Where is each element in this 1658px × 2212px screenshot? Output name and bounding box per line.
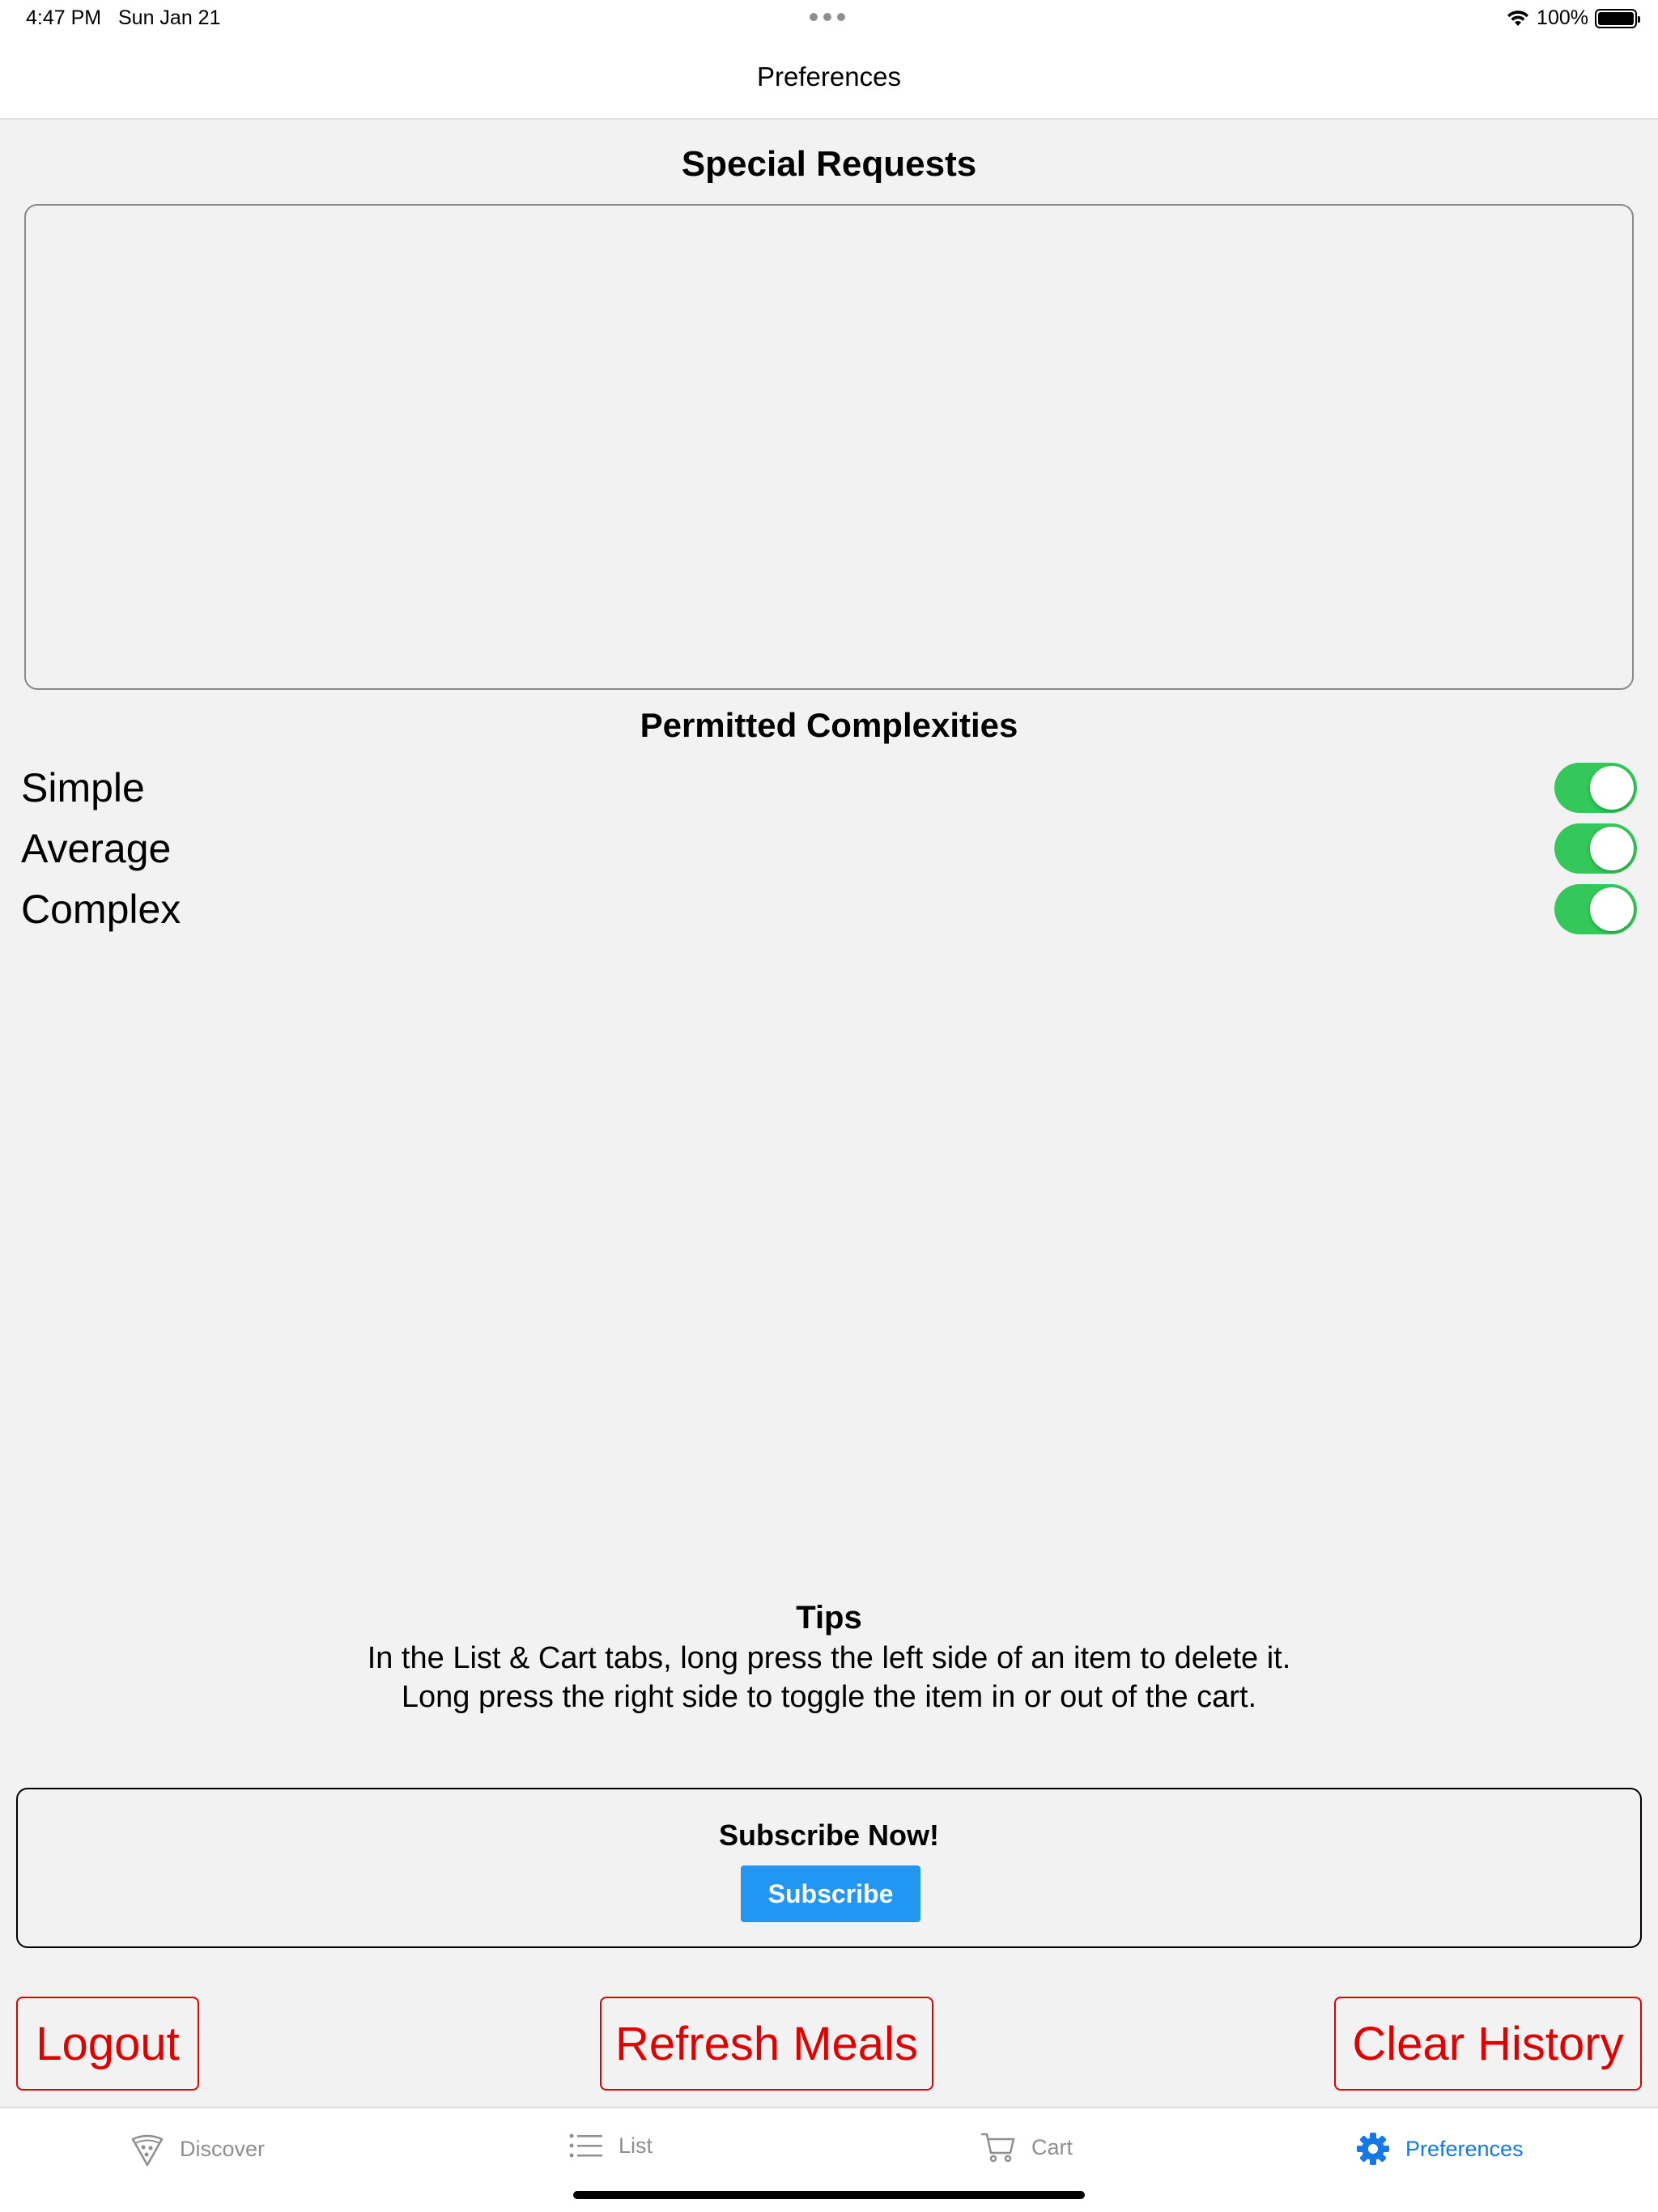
tab-label: Preferences	[1405, 2136, 1524, 2161]
subscribe-button[interactable]: Subscribe	[741, 1865, 920, 1922]
permitted-complexities-title: Permitted Complexities	[640, 706, 1018, 744]
subscribe-card: Subscribe Now! Subscribe	[16, 1788, 1642, 1948]
logout-button[interactable]: Logout	[16, 1997, 199, 2091]
top-bar: 4:47 PM Sun Jan 21 100% Preferences	[0, 0, 1658, 120]
gear-icon	[1357, 2133, 1389, 2165]
tab-list[interactable]: List	[568, 2131, 653, 2160]
battery-percent: 100%	[1537, 6, 1588, 29]
subscribe-title: Subscribe Now!	[718, 1819, 940, 1852]
tab-preferences[interactable]: Preferences	[1355, 2131, 1524, 2167]
complexity-label: Average	[21, 826, 172, 871]
complexity-row-simple: Simple	[21, 758, 1637, 818]
tips-section: Tips In the List & Cart tabs, long press…	[0, 1597, 1658, 1716]
page-title: Preferences	[757, 62, 901, 91]
special-requests-title: Special Requests	[681, 144, 977, 184]
status-date: Sun Jan 21	[118, 6, 221, 29]
home-indicator[interactable]	[573, 2191, 1085, 2199]
complexity-label: Simple	[21, 765, 145, 810]
tips-line: In the List & Cart tabs, long press the …	[367, 1641, 1291, 1675]
list-icon	[569, 2133, 602, 2158]
tab-label: List	[619, 2133, 653, 2158]
cart-icon	[981, 2133, 1015, 2163]
status-indicators: 100%	[1506, 6, 1640, 30]
tips-line: Long press the right side to toggle the …	[401, 1680, 1257, 1714]
battery-icon	[1595, 8, 1640, 28]
complexity-row-average: Average	[21, 819, 1637, 878]
tips-title: Tips	[796, 1600, 862, 1636]
tab-discover[interactable]: Discover	[130, 2131, 265, 2167]
average-toggle[interactable]	[1554, 823, 1637, 874]
complexity-label: Complex	[21, 887, 181, 932]
refresh-meals-button[interactable]: Refresh Meals	[600, 1997, 933, 2091]
tab-label: Discover	[180, 2136, 266, 2161]
special-requests-input[interactable]	[24, 204, 1634, 690]
complex-toggle[interactable]	[1554, 884, 1637, 934]
simple-toggle[interactable]	[1554, 763, 1637, 813]
status-time: 4:47 PM	[26, 6, 102, 29]
complexity-row-complex: Complex	[21, 879, 1637, 939]
pizza-icon	[131, 2134, 164, 2167]
clear-history-button[interactable]: Clear History	[1334, 1997, 1642, 2091]
multitasking-dots-icon[interactable]	[810, 13, 845, 21]
tab-cart[interactable]: Cart	[980, 2131, 1073, 2163]
tab-label: Cart	[1031, 2134, 1073, 2159]
wifi-icon	[1507, 10, 1529, 26]
